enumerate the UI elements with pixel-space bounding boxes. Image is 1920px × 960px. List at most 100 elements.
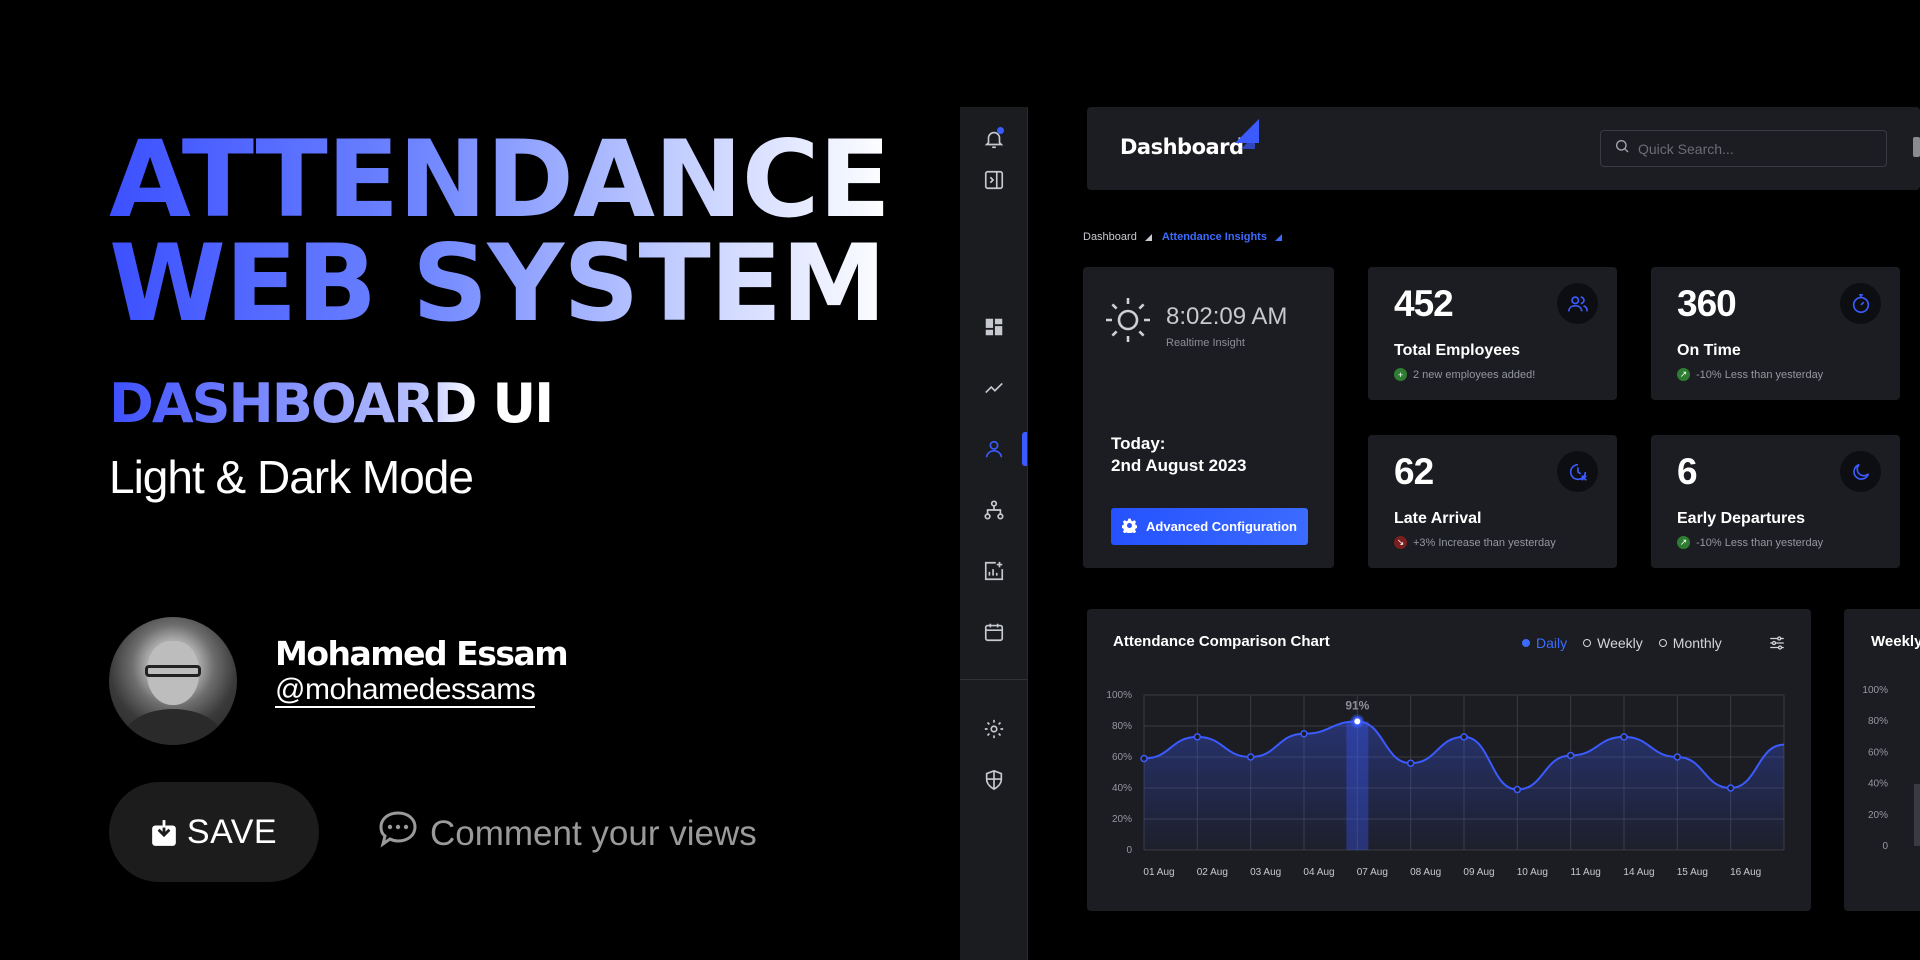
mode-text: Light & Dark Mode xyxy=(109,451,474,503)
report-add-icon[interactable] xyxy=(982,559,1006,583)
gear-icon[interactable] xyxy=(982,717,1006,741)
notification-dot xyxy=(997,127,1004,134)
stat-note-text: 2 new employees added! xyxy=(1413,368,1536,381)
today-date: 2nd August 2023 xyxy=(1111,456,1247,475)
advanced-configuration-button[interactable]: Advanced Configuration xyxy=(1111,508,1308,545)
topbar-overflow-control[interactable] xyxy=(1913,137,1920,157)
shield-icon[interactable] xyxy=(982,768,1006,792)
author-handle-link[interactable]: @mohamedessams xyxy=(275,674,536,708)
x-tick-label: 15 Aug xyxy=(1677,867,1708,878)
stat-label: Late Arrival xyxy=(1394,510,1482,527)
data-point xyxy=(1673,753,1682,761)
chart-title: Attendance Comparison Chart xyxy=(1113,633,1330,650)
search-input[interactable] xyxy=(1638,140,1868,157)
panel-toggle-icon[interactable] xyxy=(982,168,1006,192)
sub-title-ui: UI xyxy=(475,372,554,435)
period-option-weekly[interactable]: Weekly xyxy=(1583,635,1643,651)
y-tick-label: 20% xyxy=(1112,814,1132,825)
clock-subtitle: Realtime Insight xyxy=(1166,337,1245,349)
sub-title: DASHBOARD UI xyxy=(109,372,554,435)
stat-card-on-time: 360 On Time ↗ -10% Less than yesterday xyxy=(1651,267,1900,400)
breadcrumb-root[interactable]: Dashboard xyxy=(1083,231,1137,243)
x-tick-label: 11 Aug xyxy=(1570,867,1600,878)
avatar-glasses xyxy=(145,665,201,677)
y-tick-label: 100% xyxy=(1106,690,1132,701)
y-tick-label: 0 xyxy=(1882,841,1888,852)
trend-line-icon[interactable] xyxy=(982,376,1006,400)
org-chart-icon[interactable] xyxy=(982,498,1006,522)
y-tick-label: 60% xyxy=(1868,747,1888,758)
filter-sliders-icon[interactable] xyxy=(1768,634,1788,654)
y-tick-label: 0 xyxy=(1126,845,1132,856)
series-area xyxy=(1144,721,1784,850)
clock-x-icon xyxy=(1557,451,1598,492)
stat-note: ↘ +3% Increase than yesterday xyxy=(1394,536,1556,549)
hero-title-line1: ATTENDANCE xyxy=(109,118,890,241)
breadcrumb-current[interactable]: Attendance Insights xyxy=(1162,231,1267,243)
y-tick-label: 20% xyxy=(1868,810,1888,821)
data-point xyxy=(1566,751,1575,760)
weekly-bar xyxy=(1914,784,1920,846)
sun-icon xyxy=(1103,295,1153,345)
time-card: 8:02:09 AM Realtime Insight Today: 2nd A… xyxy=(1083,267,1334,568)
data-point xyxy=(1726,784,1735,792)
data-point xyxy=(1620,733,1628,741)
stat-value: 452 xyxy=(1394,283,1454,324)
y-tick-label: 40% xyxy=(1868,779,1888,790)
weekly-chart: 100% 80% 60% 40% 20% 0 xyxy=(1862,685,1920,852)
stat-label: On Time xyxy=(1677,342,1741,359)
y-tick-label: 60% xyxy=(1112,752,1132,763)
dashboard-grid-icon[interactable] xyxy=(982,315,1006,339)
radio-icon xyxy=(1658,639,1667,647)
data-point xyxy=(1300,730,1308,738)
y-tick-label: 80% xyxy=(1868,716,1888,727)
search-icon xyxy=(1614,138,1630,159)
hero-title-line2: WEB SYSTEM xyxy=(109,222,886,345)
stat-label: Total Employees xyxy=(1394,342,1520,359)
topbar: Dashboard xyxy=(1087,107,1920,190)
download-icon xyxy=(151,819,176,846)
trend-up-icon: ↗ xyxy=(1677,536,1690,549)
calendar-icon[interactable] xyxy=(982,620,1006,644)
gear-icon xyxy=(1121,518,1138,536)
comment-bubble-icon xyxy=(378,810,418,857)
x-tick-label: 10 Aug xyxy=(1517,867,1548,878)
breadcrumb: Dashboard Attendance Insights xyxy=(1083,231,1286,243)
period-option-label: Monthly xyxy=(1672,635,1722,651)
period-option-monthly[interactable]: Monthly xyxy=(1658,635,1722,651)
stat-note: ↗ -10% Less than yesterday xyxy=(1677,368,1823,381)
chart-period-selector: Daily Weekly Monthly xyxy=(1522,635,1722,651)
period-option-label: Daily xyxy=(1536,635,1568,651)
stat-note-text: -10% Less than yesterday xyxy=(1696,536,1824,549)
attendance-chart-card: 100% 80% 60% 40% 20% 0 01 Aug 02 Aug 03 Aug 04 Au… xyxy=(1087,609,1811,911)
y-tick-label: 100% xyxy=(1862,685,1888,696)
x-tick-label: 08 Aug xyxy=(1410,867,1441,878)
stat-note-text: +3% Increase than yesterday xyxy=(1413,536,1556,549)
highlight-value-label: 91% xyxy=(1345,698,1369,712)
user-icon[interactable] xyxy=(982,437,1006,461)
today-label: Today: xyxy=(1111,434,1166,453)
x-tick-label: 03 Aug xyxy=(1250,867,1281,878)
avatar-body xyxy=(123,709,223,745)
sidebar-divider xyxy=(960,679,1028,680)
comment-link[interactable]: Comment your views xyxy=(378,810,757,857)
search-box[interactable] xyxy=(1600,130,1887,167)
data-point xyxy=(1246,753,1255,761)
stat-note: ↗ -10% Less than yesterday xyxy=(1677,536,1823,549)
period-option-daily[interactable]: Daily xyxy=(1522,635,1567,651)
highlight-point xyxy=(1352,716,1363,727)
comment-label: Comment your views xyxy=(430,813,757,853)
save-button[interactable]: SAVE xyxy=(109,782,319,882)
stat-value: 6 xyxy=(1677,451,1698,492)
stat-value: 62 xyxy=(1394,451,1434,492)
clock-time: 8:02:09 AM xyxy=(1166,303,1288,330)
canvas: ATTENDANCE WEB SYSTEM DASHBOARD UI Light… xyxy=(0,0,1920,960)
data-point xyxy=(1513,785,1522,794)
sidebar xyxy=(960,107,1028,960)
dashboard-preview: Dashboard Dashboard Attendance Insights … xyxy=(960,0,1920,960)
stopwatch-icon xyxy=(1840,283,1881,324)
y-tick-label: 80% xyxy=(1112,721,1132,732)
hero-title: ATTENDANCE WEB SYSTEM xyxy=(109,128,890,336)
x-tick-label: 02 Aug xyxy=(1197,867,1228,878)
stat-value: 360 xyxy=(1677,283,1737,324)
